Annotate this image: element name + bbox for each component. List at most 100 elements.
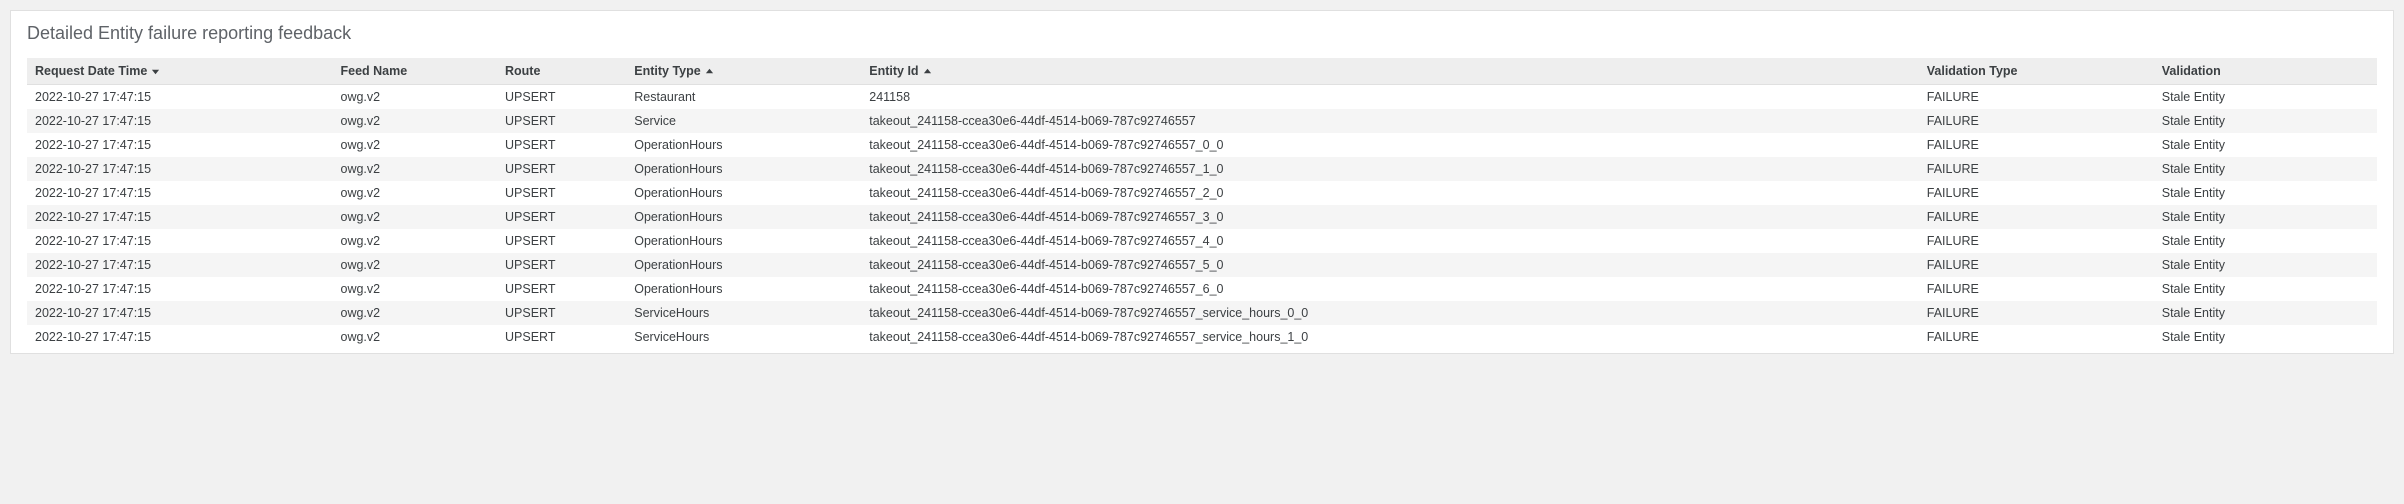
cell-validation: Stale Entity xyxy=(2154,157,2377,181)
report-card: Detailed Entity failure reporting feedba… xyxy=(10,10,2394,354)
table-header-row: Request Date Time Feed Name Route Entity… xyxy=(27,58,2377,85)
cell-route: UPSERT xyxy=(497,205,626,229)
cell-entity-type: OperationHours xyxy=(626,181,861,205)
cell-validation-type: FAILURE xyxy=(1919,205,2154,229)
col-header-validation[interactable]: Validation xyxy=(2154,58,2377,85)
cell-validation: Stale Entity xyxy=(2154,325,2377,349)
cell-entity-type: OperationHours xyxy=(626,229,861,253)
col-label: Feed Name xyxy=(341,64,408,78)
cell-entity-id: takeout_241158-ccea30e6-44df-4514-b069-7… xyxy=(861,229,1919,253)
cell-entity-id: takeout_241158-ccea30e6-44df-4514-b069-7… xyxy=(861,157,1919,181)
table-row: 2022-10-27 17:47:15owg.v2UPSERTServiceHo… xyxy=(27,325,2377,349)
table-row: 2022-10-27 17:47:15owg.v2UPSERTOperation… xyxy=(27,253,2377,277)
cell-validation-type: FAILURE xyxy=(1919,157,2154,181)
cell-request-date-time: 2022-10-27 17:47:15 xyxy=(27,205,333,229)
cell-request-date-time: 2022-10-27 17:47:15 xyxy=(27,157,333,181)
cell-entity-id: takeout_241158-ccea30e6-44df-4514-b069-7… xyxy=(861,253,1919,277)
table-row: 2022-10-27 17:47:15owg.v2UPSERTOperation… xyxy=(27,205,2377,229)
sort-desc-icon xyxy=(151,67,160,76)
col-header-entity-type[interactable]: Entity Type xyxy=(626,58,861,85)
cell-feed-name: owg.v2 xyxy=(333,205,498,229)
cell-validation: Stale Entity xyxy=(2154,277,2377,301)
table-row: 2022-10-27 17:47:15owg.v2UPSERTOperation… xyxy=(27,157,2377,181)
cell-route: UPSERT xyxy=(497,85,626,110)
cell-validation-type: FAILURE xyxy=(1919,133,2154,157)
cell-request-date-time: 2022-10-27 17:47:15 xyxy=(27,109,333,133)
col-header-route[interactable]: Route xyxy=(497,58,626,85)
cell-feed-name: owg.v2 xyxy=(333,277,498,301)
cell-entity-id: takeout_241158-ccea30e6-44df-4514-b069-7… xyxy=(861,109,1919,133)
col-label: Validation Type xyxy=(1927,64,2018,78)
cell-entity-id: takeout_241158-ccea30e6-44df-4514-b069-7… xyxy=(861,277,1919,301)
cell-request-date-time: 2022-10-27 17:47:15 xyxy=(27,277,333,301)
cell-entity-type: OperationHours xyxy=(626,133,861,157)
cell-entity-type: ServiceHours xyxy=(626,325,861,349)
cell-validation-type: FAILURE xyxy=(1919,325,2154,349)
cell-validation-type: FAILURE xyxy=(1919,277,2154,301)
cell-request-date-time: 2022-10-27 17:47:15 xyxy=(27,253,333,277)
col-header-entity-id[interactable]: Entity Id xyxy=(861,58,1919,85)
cell-request-date-time: 2022-10-27 17:47:15 xyxy=(27,181,333,205)
table-row: 2022-10-27 17:47:15owg.v2UPSERTRestauran… xyxy=(27,85,2377,110)
cell-feed-name: owg.v2 xyxy=(333,229,498,253)
cell-validation-type: FAILURE xyxy=(1919,253,2154,277)
cell-entity-id: takeout_241158-ccea30e6-44df-4514-b069-7… xyxy=(861,181,1919,205)
cell-feed-name: owg.v2 xyxy=(333,133,498,157)
col-header-request-date-time[interactable]: Request Date Time xyxy=(27,58,333,85)
cell-entity-id: takeout_241158-ccea30e6-44df-4514-b069-7… xyxy=(861,325,1919,349)
cell-route: UPSERT xyxy=(497,253,626,277)
cell-feed-name: owg.v2 xyxy=(333,301,498,325)
col-label: Entity Id xyxy=(869,64,918,78)
cell-entity-type: OperationHours xyxy=(626,205,861,229)
cell-entity-type: ServiceHours xyxy=(626,301,861,325)
table-row: 2022-10-27 17:47:15owg.v2UPSERTOperation… xyxy=(27,133,2377,157)
cell-entity-type: Service xyxy=(626,109,861,133)
cell-entity-type: OperationHours xyxy=(626,277,861,301)
cell-request-date-time: 2022-10-27 17:47:15 xyxy=(27,133,333,157)
cell-route: UPSERT xyxy=(497,181,626,205)
table-row: 2022-10-27 17:47:15owg.v2UPSERTServiceHo… xyxy=(27,301,2377,325)
cell-feed-name: owg.v2 xyxy=(333,325,498,349)
cell-entity-id: takeout_241158-ccea30e6-44df-4514-b069-7… xyxy=(861,301,1919,325)
cell-entity-type: OperationHours xyxy=(626,253,861,277)
cell-route: UPSERT xyxy=(497,229,626,253)
cell-route: UPSERT xyxy=(497,277,626,301)
table-row: 2022-10-27 17:47:15owg.v2UPSERTOperation… xyxy=(27,229,2377,253)
cell-feed-name: owg.v2 xyxy=(333,253,498,277)
cell-feed-name: owg.v2 xyxy=(333,157,498,181)
cell-request-date-time: 2022-10-27 17:47:15 xyxy=(27,229,333,253)
cell-validation: Stale Entity xyxy=(2154,253,2377,277)
sort-asc-icon xyxy=(705,67,714,76)
cell-request-date-time: 2022-10-27 17:47:15 xyxy=(27,325,333,349)
cell-route: UPSERT xyxy=(497,133,626,157)
cell-request-date-time: 2022-10-27 17:47:15 xyxy=(27,301,333,325)
cell-route: UPSERT xyxy=(497,301,626,325)
cell-validation: Stale Entity xyxy=(2154,109,2377,133)
cell-entity-type: Restaurant xyxy=(626,85,861,110)
card-title: Detailed Entity failure reporting feedba… xyxy=(27,23,2377,44)
cell-request-date-time: 2022-10-27 17:47:15 xyxy=(27,85,333,110)
col-header-validation-type[interactable]: Validation Type xyxy=(1919,58,2154,85)
cell-feed-name: owg.v2 xyxy=(333,85,498,110)
sort-asc-icon xyxy=(923,67,932,76)
entity-failure-table: Request Date Time Feed Name Route Entity… xyxy=(27,58,2377,349)
col-label: Route xyxy=(505,64,540,78)
col-label: Entity Type xyxy=(634,64,700,78)
cell-route: UPSERT xyxy=(497,109,626,133)
cell-feed-name: owg.v2 xyxy=(333,181,498,205)
cell-validation: Stale Entity xyxy=(2154,229,2377,253)
cell-entity-id: takeout_241158-ccea30e6-44df-4514-b069-7… xyxy=(861,133,1919,157)
cell-validation-type: FAILURE xyxy=(1919,181,2154,205)
cell-validation-type: FAILURE xyxy=(1919,229,2154,253)
cell-feed-name: owg.v2 xyxy=(333,109,498,133)
cell-validation: Stale Entity xyxy=(2154,205,2377,229)
cell-validation-type: FAILURE xyxy=(1919,301,2154,325)
cell-validation: Stale Entity xyxy=(2154,85,2377,110)
cell-validation: Stale Entity xyxy=(2154,133,2377,157)
cell-validation: Stale Entity xyxy=(2154,181,2377,205)
cell-route: UPSERT xyxy=(497,157,626,181)
table-row: 2022-10-27 17:47:15owg.v2UPSERTOperation… xyxy=(27,181,2377,205)
cell-validation-type: FAILURE xyxy=(1919,85,2154,110)
col-header-feed-name[interactable]: Feed Name xyxy=(333,58,498,85)
cell-entity-type: OperationHours xyxy=(626,157,861,181)
